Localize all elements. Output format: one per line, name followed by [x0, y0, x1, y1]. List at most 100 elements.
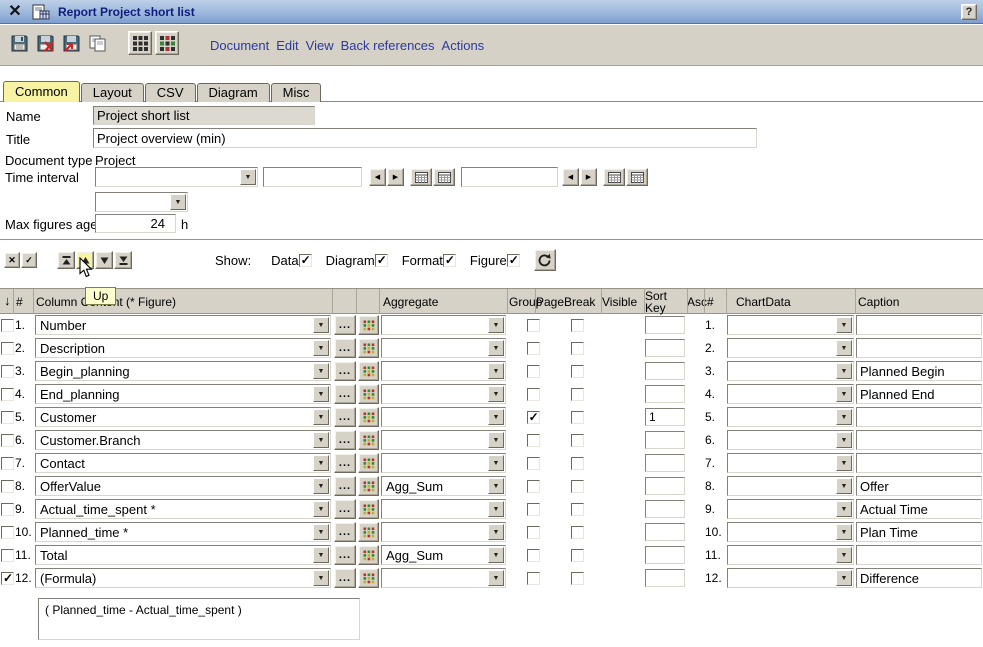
show-diagram-checkbox[interactable]: [375, 254, 388, 267]
chevron-down-icon[interactable]: ▼: [488, 501, 504, 517]
ellipsis-button[interactable]: ...: [334, 315, 356, 335]
chevron-down-icon[interactable]: ▼: [836, 455, 852, 471]
chevron-down-icon[interactable]: ▼: [836, 386, 852, 402]
chartdata-select[interactable]: ▼: [727, 545, 854, 565]
sort-key-input[interactable]: [645, 477, 685, 495]
caption-input[interactable]: [856, 568, 982, 588]
aggregate-select[interactable]: ▼: [381, 384, 506, 404]
close-button[interactable]: ✕: [4, 1, 26, 22]
group-checkbox[interactable]: [527, 526, 540, 539]
chevron-down-icon[interactable]: ▼: [313, 432, 329, 448]
copy-button[interactable]: [85, 30, 109, 56]
pagebreak-checkbox[interactable]: [571, 434, 584, 447]
group-checkbox[interactable]: [527, 342, 540, 355]
menu-view[interactable]: View: [306, 38, 334, 53]
color-grid-button[interactable]: [358, 545, 379, 565]
chevron-down-icon[interactable]: ▼: [836, 501, 852, 517]
chevron-down-icon[interactable]: ▼: [313, 570, 329, 586]
row-select-checkbox[interactable]: [1, 411, 14, 424]
column-content-select[interactable]: End_planning ▼: [35, 384, 331, 404]
time-from-calendar-button-2[interactable]: [433, 168, 455, 186]
sort-key-input[interactable]: [645, 569, 685, 587]
chartdata-select[interactable]: ▼: [727, 499, 854, 519]
row-select-checkbox[interactable]: [1, 549, 14, 562]
sort-key-input[interactable]: [645, 408, 685, 426]
time-to-calendar-button-2[interactable]: [626, 168, 648, 186]
column-content-select[interactable]: Number ▼: [35, 315, 331, 335]
pagebreak-checkbox[interactable]: [571, 342, 584, 355]
caption-input[interactable]: [856, 453, 982, 473]
column-content-select[interactable]: Customer.Branch ▼: [35, 430, 331, 450]
uncheck-all-button[interactable]: ✕: [4, 252, 20, 268]
ellipsis-button[interactable]: ...: [334, 430, 356, 450]
row-select-checkbox[interactable]: [1, 342, 14, 355]
sort-key-input[interactable]: [645, 362, 685, 380]
ellipsis-button[interactable]: ...: [334, 476, 356, 496]
caption-input[interactable]: [856, 384, 982, 404]
row-select-checkbox[interactable]: [1, 434, 14, 447]
column-content-select[interactable]: Begin_planning ▼: [35, 361, 331, 381]
aggregate-select[interactable]: Agg_Sum ▼: [381, 545, 506, 565]
aggregate-select[interactable]: ▼: [381, 522, 506, 542]
group-checkbox[interactable]: [527, 319, 540, 332]
group-checkbox[interactable]: [527, 503, 540, 516]
chevron-down-icon[interactable]: ▼: [313, 524, 329, 540]
column-content-select[interactable]: Description ▼: [35, 338, 331, 358]
color-grid-button[interactable]: [358, 315, 379, 335]
chevron-down-icon[interactable]: ▼: [488, 363, 504, 379]
move-up-button[interactable]: [76, 251, 94, 269]
menu-back-references[interactable]: Back references: [341, 38, 435, 53]
color-grid-button[interactable]: [358, 338, 379, 358]
pagebreak-checkbox[interactable]: [571, 526, 584, 539]
pagebreak-checkbox[interactable]: [571, 457, 584, 470]
time-to-prev-button[interactable]: ◀: [562, 168, 579, 186]
chevron-down-icon[interactable]: ▼: [313, 363, 329, 379]
ellipsis-button[interactable]: ...: [334, 499, 356, 519]
row-select-checkbox[interactable]: [1, 365, 14, 378]
chevron-down-icon[interactable]: ▼: [170, 194, 186, 210]
pagebreak-checkbox[interactable]: [571, 388, 584, 401]
tab-common[interactable]: Common: [3, 81, 80, 102]
sort-key-input[interactable]: [645, 500, 685, 518]
column-content-select[interactable]: (Formula) ▼: [35, 568, 331, 588]
chevron-down-icon[interactable]: ▼: [313, 455, 329, 471]
sort-key-input[interactable]: [645, 339, 685, 357]
chevron-down-icon[interactable]: ▼: [836, 524, 852, 540]
pagebreak-checkbox[interactable]: [571, 319, 584, 332]
chevron-down-icon[interactable]: ▼: [836, 317, 852, 333]
sort-key-input[interactable]: [645, 523, 685, 541]
caption-input[interactable]: [856, 499, 982, 519]
sort-arrow-icon[interactable]: ↓: [4, 293, 11, 309]
chartdata-select[interactable]: ▼: [727, 430, 854, 450]
color-grid-button[interactable]: [358, 453, 379, 473]
aggregate-select[interactable]: ▼: [381, 338, 506, 358]
sort-key-input[interactable]: [645, 431, 685, 449]
move-top-button[interactable]: [57, 251, 75, 269]
tab-misc[interactable]: Misc: [271, 83, 322, 102]
color-grid-button[interactable]: [358, 568, 379, 588]
show-figure-checkbox[interactable]: [507, 254, 520, 267]
chartdata-select[interactable]: ▼: [727, 568, 854, 588]
color-grid-button[interactable]: [358, 407, 379, 427]
help-button[interactable]: ?: [961, 4, 977, 20]
refresh-button[interactable]: [534, 249, 556, 271]
sort-key-input[interactable]: [645, 454, 685, 472]
pagebreak-checkbox[interactable]: [571, 549, 584, 562]
column-content-select[interactable]: Customer ▼: [35, 407, 331, 427]
column-content-select[interactable]: OfferValue ▼: [35, 476, 331, 496]
ellipsis-button[interactable]: ...: [334, 522, 356, 542]
time-from-input[interactable]: [263, 167, 362, 187]
chevron-down-icon[interactable]: ▼: [313, 340, 329, 356]
sort-key-input[interactable]: [645, 316, 685, 334]
aggregate-select[interactable]: ▼: [381, 315, 506, 335]
caption-input[interactable]: [856, 407, 982, 427]
color-grid-button[interactable]: [358, 476, 379, 496]
row-select-checkbox[interactable]: [1, 526, 14, 539]
show-data-checkbox[interactable]: [299, 254, 312, 267]
caption-input[interactable]: [856, 545, 982, 565]
chevron-down-icon[interactable]: ▼: [313, 317, 329, 333]
chevron-down-icon[interactable]: ▼: [836, 547, 852, 563]
grid-tool-button-2[interactable]: [155, 31, 179, 55]
group-checkbox[interactable]: [527, 365, 540, 378]
caption-input[interactable]: [856, 476, 982, 496]
